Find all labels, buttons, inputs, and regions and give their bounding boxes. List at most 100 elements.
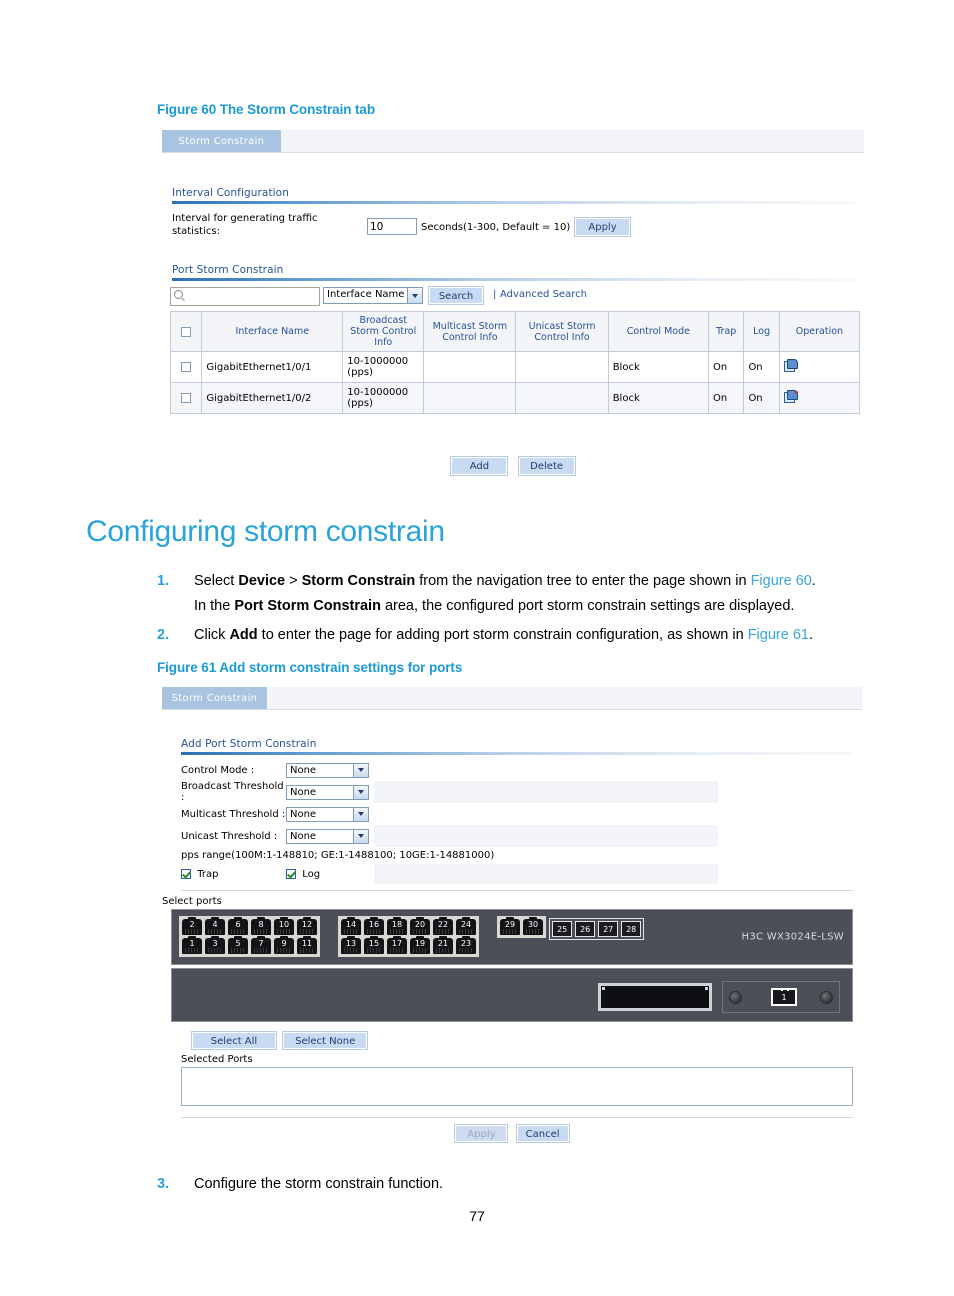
select-all-checkbox[interactable] — [181, 326, 192, 337]
port-6[interactable]: 6 — [228, 917, 248, 935]
port-group-2-bottom-row: 13 15 17 19 21 23 — [341, 936, 476, 954]
figure-60-ref[interactable]: Figure 60 — [751, 573, 812, 589]
figure-60-screenshot: Storm Constrain Interval Configuration I… — [162, 130, 864, 476]
interval-input[interactable] — [367, 218, 417, 235]
select-all-button[interactable]: Select All — [191, 1031, 277, 1050]
apply-button[interactable]: Apply — [454, 1124, 509, 1143]
edit-icon[interactable] — [783, 359, 798, 372]
log-checkbox-wrap[interactable]: Log — [286, 868, 369, 880]
step-2-line-1: Click Add to enter the page for adding p… — [194, 627, 813, 643]
port-17[interactable]: 17 — [387, 936, 407, 954]
edit-icon[interactable] — [783, 390, 798, 403]
port-16[interactable]: 16 — [364, 917, 384, 935]
search-field-select[interactable]: Interface Name — [323, 287, 423, 304]
delete-button[interactable]: Delete — [517, 456, 576, 476]
search-input[interactable] — [185, 289, 317, 304]
port-27[interactable]: 27 — [598, 921, 619, 937]
chevron-down-icon[interactable] — [353, 785, 368, 799]
port-11[interactable]: 11 — [297, 936, 317, 954]
log-checkbox[interactable] — [286, 868, 296, 879]
tab-storm-constrain-60[interactable]: Storm Constrain — [162, 130, 281, 152]
trap-checkbox[interactable] — [181, 868, 191, 879]
th-select-all[interactable] — [169, 311, 203, 352]
label-multicast-threshold: Multicast Threshold : — [181, 808, 286, 820]
port-30[interactable]: 30 — [523, 917, 543, 935]
chevron-down-icon[interactable] — [353, 763, 368, 777]
interval-apply-button[interactable]: Apply — [574, 217, 631, 237]
multicast-threshold-select[interactable]: None — [286, 806, 369, 822]
console-port[interactable]: 1 — [771, 988, 797, 1006]
port-12[interactable]: 12 — [297, 917, 317, 935]
port-2[interactable]: 2 — [182, 917, 202, 935]
port-10[interactable]: 10 — [274, 917, 294, 935]
search-input-wrap[interactable] — [170, 287, 320, 306]
unicast-threshold-value: None — [290, 830, 317, 842]
form-row-unicast-threshold: Unicast Threshold : None — [181, 825, 853, 847]
table-actions-60: Add Delete — [162, 456, 864, 476]
port-storm-table: Interface Name Broadcast Storm Control I… — [169, 311, 861, 414]
port-9[interactable]: 9 — [274, 936, 294, 954]
port-8[interactable]: 8 — [251, 917, 271, 935]
row-checkbox-cell[interactable] — [169, 382, 203, 414]
selected-ports-value — [182, 1068, 852, 1074]
row-checkbox[interactable] — [181, 361, 192, 372]
port-23[interactable]: 23 — [456, 936, 476, 954]
port-5[interactable]: 5 — [228, 936, 248, 954]
cell-broadcast-info: 10-1000000 (pps) — [342, 382, 425, 414]
port-4[interactable]: 4 — [205, 917, 225, 935]
port-25[interactable]: 25 — [552, 921, 573, 937]
port-18[interactable]: 18 — [387, 917, 407, 935]
label-unicast-threshold: Unicast Threshold : — [181, 830, 278, 842]
port-14[interactable]: 14 — [341, 917, 361, 935]
search-button[interactable]: Search — [428, 286, 484, 305]
unicast-threshold-select[interactable]: None — [286, 828, 369, 844]
control-mode-select[interactable]: None — [286, 762, 369, 778]
port-20[interactable]: 20 — [410, 917, 430, 935]
cell-operation[interactable] — [778, 382, 861, 414]
port-1[interactable]: 1 — [182, 936, 202, 954]
th-unicast-info: Unicast Storm Control Info — [515, 311, 609, 352]
add-button[interactable]: Add — [450, 456, 509, 476]
th-trap: Trap — [707, 311, 745, 352]
tab-bar-61: Storm Constrain — [162, 687, 862, 710]
label-control-mode: Control Mode : — [181, 764, 255, 776]
port-29[interactable]: 29 — [500, 917, 520, 935]
port-21[interactable]: 21 — [433, 936, 453, 954]
figure-61-ref[interactable]: Figure 61 — [748, 627, 809, 643]
port-group-2: 14 16 18 20 22 24 13 15 17 19 21 23 — [338, 916, 479, 957]
table-row[interactable]: GigabitEthernet1/0/1 10-1000000 (pps) Bl… — [169, 351, 861, 383]
select-none-button[interactable]: Select None — [282, 1031, 369, 1050]
port-select-actions: Select All Select None — [191, 1031, 369, 1050]
broadcast-threshold-select[interactable]: None — [286, 784, 369, 800]
port-15[interactable]: 15 — [364, 936, 384, 954]
selected-ports-box[interactable] — [181, 1067, 853, 1106]
footer-divider — [181, 1117, 853, 1118]
cell-interface-name: GigabitEthernet1/0/1 — [201, 351, 344, 383]
chevron-down-icon[interactable] — [407, 288, 422, 303]
advanced-search-link[interactable]: Advanced Search — [500, 289, 587, 300]
search-row-60: Interface Name Search | Advanced Search — [170, 286, 860, 307]
port-24[interactable]: 24 — [456, 917, 476, 935]
cancel-button[interactable]: Cancel — [515, 1124, 570, 1143]
step-1-number: 1. — [157, 573, 170, 589]
port-3[interactable]: 3 — [205, 936, 225, 954]
row-checkbox[interactable] — [181, 392, 192, 403]
port-22[interactable]: 22 — [433, 917, 453, 935]
screw-right-icon — [820, 991, 833, 1004]
tab-storm-constrain-61[interactable]: Storm Constrain — [162, 687, 267, 709]
chevron-down-icon[interactable] — [353, 807, 368, 821]
port-7[interactable]: 7 — [251, 936, 271, 954]
trap-checkbox-wrap[interactable]: Trap — [181, 868, 286, 880]
chevron-down-icon[interactable] — [353, 829, 368, 843]
row-shade — [374, 825, 718, 847]
port-13[interactable]: 13 — [341, 936, 361, 954]
step-3: 3. Configure the storm constrain functio… — [157, 1172, 857, 1197]
pps-range-hint: pps range(100M:1-148810; GE:1-1488100; 1… — [181, 850, 495, 861]
form-divider — [181, 890, 853, 891]
cell-operation[interactable] — [778, 351, 861, 383]
port-28[interactable]: 28 — [621, 921, 642, 937]
table-row[interactable]: GigabitEthernet1/0/2 10-1000000 (pps) Bl… — [169, 382, 861, 414]
port-26[interactable]: 26 — [575, 921, 596, 937]
port-19[interactable]: 19 — [410, 936, 430, 954]
row-checkbox-cell[interactable] — [169, 351, 203, 383]
